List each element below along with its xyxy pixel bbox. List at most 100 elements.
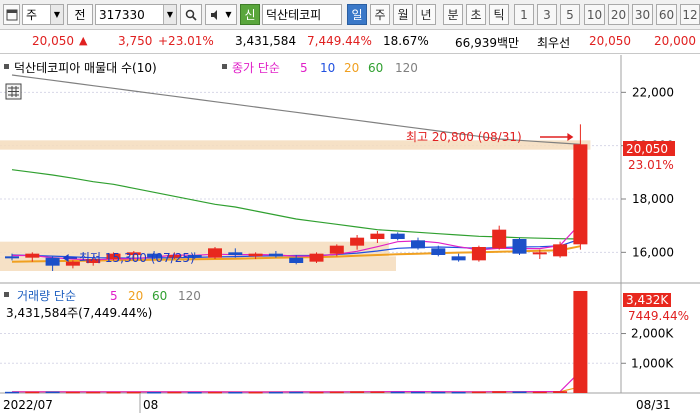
up-candle bbox=[492, 229, 507, 249]
up-candle bbox=[471, 247, 486, 261]
last-price-value: 20,050 bbox=[626, 142, 668, 156]
vol-ma5-legend[interactable]: 5 bbox=[110, 289, 118, 303]
speaker-icon bbox=[211, 9, 218, 20]
volume-bar bbox=[573, 290, 588, 393]
up-candle bbox=[573, 144, 588, 245]
volume-bar bbox=[431, 391, 446, 394]
down-candle bbox=[289, 257, 304, 263]
legend-square-icon bbox=[4, 292, 9, 297]
down-candle bbox=[268, 253, 283, 257]
chart-area[interactable]: 16,00018,00020,00022,000 1,000K2,000K 덕산… bbox=[0, 55, 700, 413]
search-icon bbox=[185, 9, 197, 21]
vol-ma20-legend[interactable]: 20 bbox=[128, 289, 143, 303]
ma-legend-label[interactable]: 종가 단순 bbox=[232, 61, 280, 75]
volume-ratio: 7,449.44% bbox=[307, 34, 372, 48]
legend-square-icon bbox=[4, 64, 9, 69]
chevron-down-icon: ▼ bbox=[163, 5, 176, 24]
interval-30-button[interactable]: 30 bbox=[632, 4, 653, 25]
volume-bar bbox=[86, 391, 101, 394]
interval-3-button[interactable]: 3 bbox=[537, 4, 557, 25]
price-change: 3,750 bbox=[118, 34, 153, 48]
trade-amount: 66,939백만 bbox=[455, 36, 520, 50]
interval-20-button[interactable]: 20 bbox=[608, 4, 629, 25]
volume-panel-title[interactable]: 거래량 단순 bbox=[17, 289, 76, 303]
ma60-legend[interactable]: 60 bbox=[368, 61, 383, 75]
prefix-button[interactable]: 전 bbox=[67, 4, 93, 25]
down-candle bbox=[45, 257, 60, 266]
volume-bar bbox=[309, 391, 324, 394]
period-year-button[interactable]: 년 bbox=[416, 4, 436, 25]
best-ask-label: 최우선 bbox=[537, 36, 571, 50]
up-candle bbox=[65, 261, 80, 266]
interval-10-button[interactable]: 10 bbox=[584, 4, 605, 25]
volume-bar bbox=[5, 391, 19, 394]
down-candle bbox=[431, 248, 446, 255]
volume-bar bbox=[532, 391, 547, 394]
interval-120-button[interactable]: 12 bbox=[680, 4, 700, 25]
ma20-legend[interactable]: 20 bbox=[344, 61, 359, 75]
volume-tick-label: 2,000K bbox=[631, 327, 674, 341]
last-price-pct: 23.01% bbox=[628, 158, 674, 172]
up-candle bbox=[329, 245, 344, 254]
volume-bar bbox=[45, 391, 60, 394]
up-candle bbox=[553, 244, 568, 257]
volume-bar bbox=[553, 391, 568, 393]
vol-ma60-legend[interactable]: 60 bbox=[152, 289, 167, 303]
down-candle bbox=[411, 240, 425, 249]
down-candle bbox=[390, 233, 405, 239]
stock-code-input[interactable]: 317330 ▼ bbox=[95, 4, 177, 25]
period-tick-button[interactable]: 틱 bbox=[489, 4, 509, 25]
volume-bar bbox=[228, 391, 243, 394]
chart-background bbox=[0, 55, 700, 413]
high-annotation: 최고 20,800 (08/31) bbox=[406, 130, 522, 144]
volume-bar bbox=[370, 391, 385, 394]
interval-5-button[interactable]: 5 bbox=[560, 4, 580, 25]
volume-bar bbox=[25, 391, 40, 394]
quote-bar: 20,050 ▲ 3,750 +23.01% 3,431,584 7,449.4… bbox=[0, 30, 700, 54]
interval-60-button[interactable]: 60 bbox=[656, 4, 677, 25]
price-axis-pane bbox=[621, 55, 700, 393]
best-bid-price: 20,000 bbox=[654, 34, 696, 48]
best-ask-price: 20,050 bbox=[589, 34, 631, 48]
stock-code-value: 317330 bbox=[99, 7, 145, 22]
volume-bar bbox=[65, 391, 80, 394]
period-second-button[interactable]: 초 bbox=[466, 4, 486, 25]
down-candle bbox=[5, 256, 19, 259]
period-day-button[interactable]: 일 bbox=[347, 4, 367, 25]
volume-tick-label: 1,000K bbox=[631, 356, 674, 370]
price-tick-label: 22,000 bbox=[632, 85, 674, 99]
interval-1-button[interactable]: 1 bbox=[514, 4, 534, 25]
down-candle bbox=[512, 239, 527, 254]
volume-bar bbox=[471, 391, 486, 394]
stock-name-field[interactable]: 덕산테코피 bbox=[262, 4, 342, 25]
price-tick-label: 18,000 bbox=[632, 192, 674, 206]
vol-ma120-legend[interactable]: 120 bbox=[178, 289, 201, 303]
volume-bar bbox=[289, 391, 304, 394]
grid-table-icon[interactable] bbox=[5, 83, 22, 100]
date-start-label: 2022/07 bbox=[3, 398, 53, 412]
last-volume-pct: 7449.44% bbox=[628, 309, 689, 323]
period-week-button[interactable]: 주 bbox=[370, 4, 390, 25]
ma120-legend[interactable]: 120 bbox=[395, 61, 418, 75]
price-panel-title[interactable]: 덕산테코피아 매물대 수(10) bbox=[14, 61, 157, 75]
date-end-label: 08/31 bbox=[636, 398, 671, 412]
up-candle bbox=[309, 253, 324, 262]
toolbar: 주 ▼ 전 317330 ▼ ▼ 신 덕산테코피 일 주 월 년 분 초 틱 1… bbox=[0, 0, 700, 30]
up-candle bbox=[25, 253, 40, 258]
search-button[interactable] bbox=[180, 4, 202, 25]
up-candle bbox=[350, 237, 365, 246]
volume-bar bbox=[451, 391, 466, 394]
ma5-legend[interactable]: 5 bbox=[300, 61, 308, 75]
period-minute-button[interactable]: 분 bbox=[443, 4, 463, 25]
volume-bar bbox=[187, 392, 202, 394]
volume-bar bbox=[390, 391, 405, 394]
price-tick-label: 16,000 bbox=[632, 245, 674, 259]
ma10-legend[interactable]: 10 bbox=[320, 61, 335, 75]
legend-square-icon bbox=[222, 64, 227, 69]
market-select[interactable]: 주 ▼ bbox=[22, 4, 64, 25]
window-icon[interactable] bbox=[3, 4, 20, 25]
volume-bar bbox=[167, 391, 182, 394]
market-select-value: 주 bbox=[26, 8, 38, 22]
speaker-button[interactable]: ▼ bbox=[205, 4, 237, 25]
period-month-button[interactable]: 월 bbox=[393, 4, 413, 25]
